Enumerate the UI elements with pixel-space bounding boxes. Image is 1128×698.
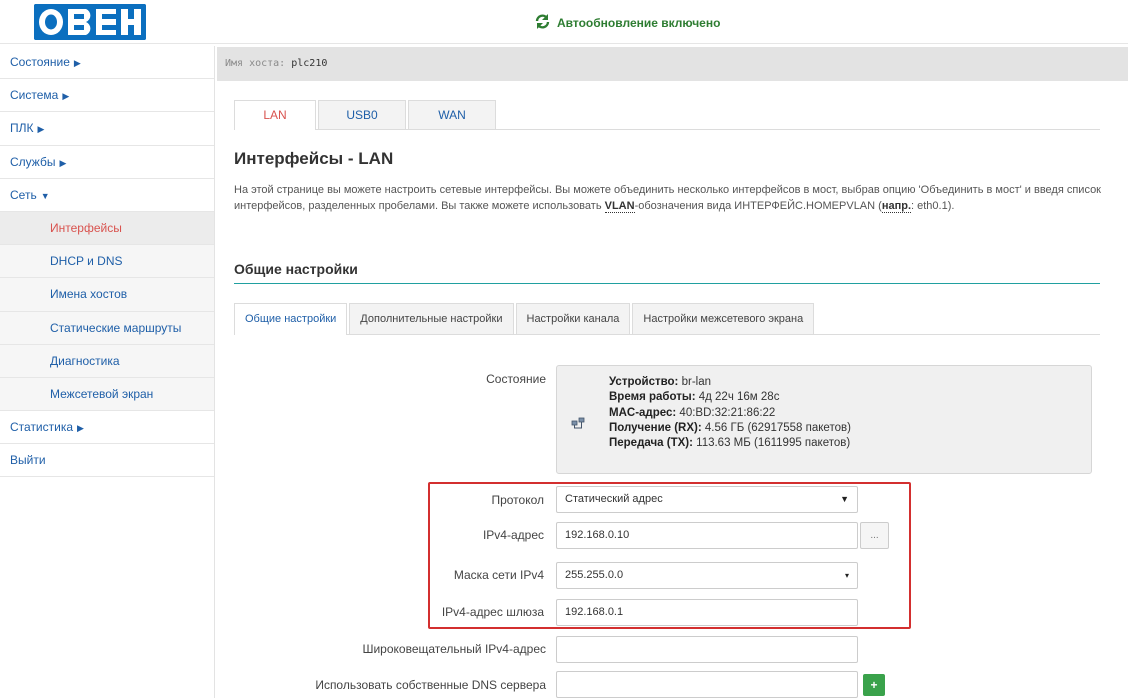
status-device: Устройство: br-lan [609,375,851,390]
status-rx: Получение (RX): 4.56 ГБ (62917558 пакето… [609,421,851,436]
section-divider [234,283,1100,284]
sidebar-item-system[interactable]: Система ▶ [0,79,214,113]
sidebar-item-label: Система [10,88,59,103]
status-uptime: Время работы: 4д 22ч 16м 28с [609,390,851,405]
interface-tabs: LAN USB0 WAN [234,100,1100,130]
status-tx: Передача (TX): 113.63 МБ (1611995 пакето… [609,436,851,451]
tab-lan[interactable]: LAN [234,100,316,130]
sidebar-subitem-diagnostics[interactable]: Диагностика [0,344,214,378]
sidebar-item-label: Службы [10,154,56,169]
status-device-value: br-lan [681,376,711,388]
sidebar-item-logout[interactable]: Выйти [0,444,214,478]
ipv4-broadcast-label: Широковещательный IPv4-адрес [362,642,546,656]
page-description: На этой странице вы можете настроить сет… [234,182,1102,214]
sidebar-item-label: Состояние [10,55,70,69]
status-mac: MAC-адрес: 40:BD:32:21:86:22 [609,406,851,421]
custom-dns-input[interactable] [556,671,858,698]
sidebar-subitem-firewall[interactable]: Межсетевой экран [0,377,214,412]
sidebar-item-label: Статистика [10,420,74,435]
add-dns-button[interactable]: + [863,674,885,696]
description-text-3: : eth0.1). [911,200,955,212]
oven-logo[interactable] [34,4,146,40]
status-uptime-label: Время работы: [609,391,696,404]
section-title: Общие настройки [234,261,358,277]
status-mac-value: 40:BD:32:21:86:22 [679,406,776,419]
sidebar: Состояние ▶ Система ▶ ПЛК ▶ Службы ▶ Сеть ▼ И… [0,46,215,698]
status-tx-label: Передача (TX): [609,437,693,450]
sidebar-item-label: Выйти [10,453,46,468]
sidebar-item-services[interactable]: Службы ▶ [0,146,214,179]
top-bar: Автообновление включено [0,0,1128,44]
custom-dns-label: Использовать собственные DNS сервера [315,678,546,692]
caret-right-icon: ▶ [77,423,84,434]
sidebar-item-status[interactable]: Состояние ▶ [0,46,214,80]
caret-right-icon: ▶ [62,91,70,102]
tab-general-settings[interactable]: Общие настройки [234,303,348,335]
hostname-value: plc210 [291,58,328,69]
status-details: Устройство: br-lan Время работы: 4д 22ч … [609,375,851,451]
caret-right-icon: ▶ [59,157,67,168]
sidebar-item-network[interactable]: Сеть ▼ [0,179,214,212]
sidebar-subitem-interfaces[interactable]: Интерфейсы [0,211,214,246]
hostname-bar: Имя хоста: plc210 [217,47,1128,81]
sidebar-item-label: ПЛК [10,121,34,136]
autoupdate-label: Автообновление включено [557,16,721,30]
tab-link-settings[interactable]: Настройки канала [515,303,631,334]
settings-tabs: Общие настройки Дополнительные настройки… [234,303,1100,335]
sidebar-subitem-dhcp-dns[interactable]: DHCP и DNS [0,245,214,279]
vlan-abbr[interactable]: VLAN [604,200,635,213]
status-tx-value: 113.63 МБ (1611995 пакетов) [696,437,851,450]
status-label: Состояние [486,372,546,386]
sidebar-item-statistics[interactable]: Статистика ▶ [0,411,214,445]
caret-down-icon: ▼ [40,190,50,201]
status-uptime-value: 4д 22ч 16м 28с [698,391,780,404]
autoupdate-status[interactable]: Автообновление включено [534,14,720,32]
highlight-frame [428,482,911,629]
ipv4-broadcast-input[interactable] [556,636,858,663]
example-abbr[interactable]: напр. [881,200,911,213]
sidebar-item-plc[interactable]: ПЛК ▶ [0,112,214,146]
tab-usb0[interactable]: USB0 [318,100,406,129]
caret-right-icon: ▶ [73,58,81,68]
status-rx-label: Получение (RX): [609,421,702,434]
sidebar-subitem-static-routes[interactable]: Статические маршруты [0,311,214,345]
sidebar-subitem-hostnames[interactable]: Имена хостов [0,278,214,312]
status-panel: Устройство: br-lan Время работы: 4д 22ч … [556,365,1092,474]
hostname-label: Имя хоста: [225,58,286,69]
tab-advanced-settings[interactable]: Дополнительные настройки [349,303,514,334]
page-title: Интерфейсы - LAN [234,149,394,168]
sidebar-item-label: Сеть [10,187,37,202]
tab-wan[interactable]: WAN [408,100,496,129]
ethernet-icon [571,416,585,433]
description-text-2: -обозначения вида ИНТЕРФЕЙС.НОМЕРVLAN ( [634,200,882,212]
tab-firewall-settings[interactable]: Настройки межсетевого экрана [632,303,815,334]
status-rx-value: 4.56 ГБ (62917558 пакетов) [704,421,851,434]
refresh-icon [534,13,551,33]
caret-right-icon: ▶ [37,124,45,135]
status-mac-label: MAC-адрес: [609,406,677,419]
status-device-label: Устройство: [609,376,679,388]
